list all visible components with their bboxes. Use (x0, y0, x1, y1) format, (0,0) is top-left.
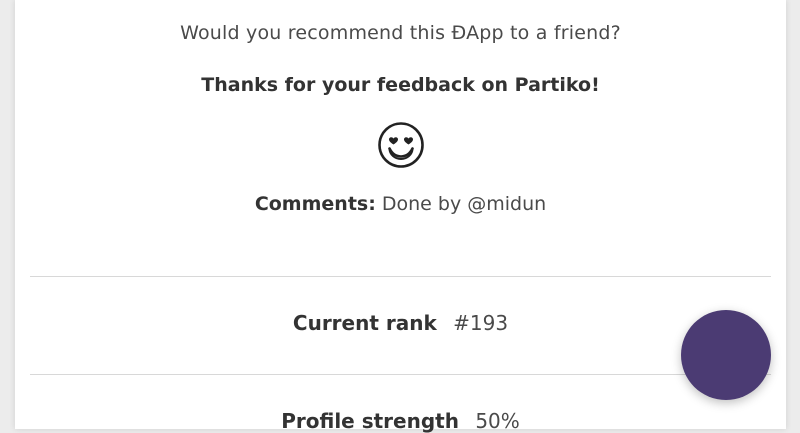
chat-launcher-button[interactable] (681, 310, 771, 400)
current-rank-label: Current rank (292, 311, 437, 335)
comments-line: Comments: Done by @midun (15, 193, 786, 215)
current-rank-value: #193 (453, 311, 509, 335)
profile-strength-row: Profile strength 50% (15, 409, 786, 433)
profile-strength-label: Profile strength (281, 409, 459, 433)
feedback-card: Would you recommend this ÐApp to a frien… (15, 0, 786, 433)
heart-eyes-smile-icon (378, 122, 424, 168)
current-rank-row: Current rank #193 (15, 311, 786, 335)
recommend-question: Would you recommend this ÐApp to a frien… (180, 22, 621, 44)
divider (30, 276, 771, 277)
thanks-message: Thanks for your feedback on Partiko! (201, 74, 600, 96)
profile-strength-value: 50% (475, 409, 520, 433)
comments-value: Done by @midun (381, 193, 547, 215)
divider (30, 374, 771, 375)
comments-label: Comments: (254, 193, 376, 215)
